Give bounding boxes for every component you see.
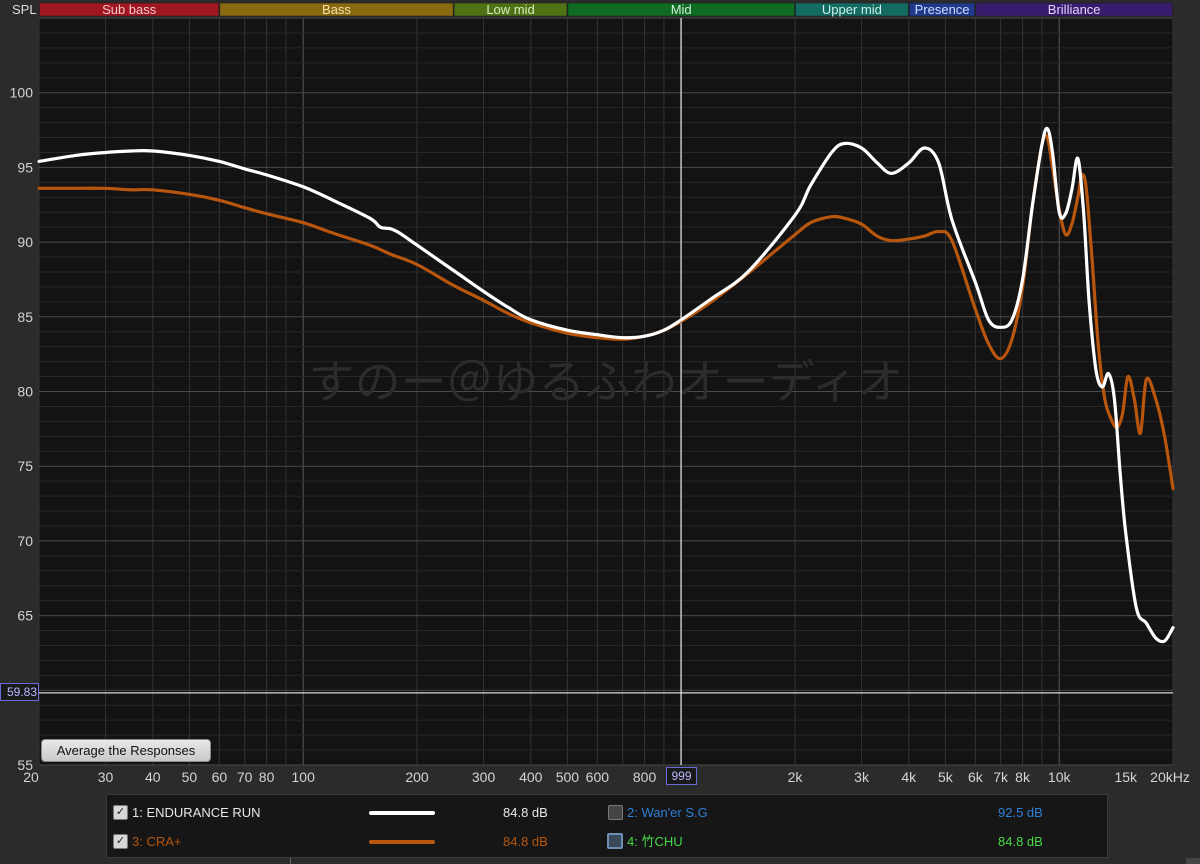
x-tick-100: 100 xyxy=(292,769,316,785)
legend-value-take-chu: 84.8 dB xyxy=(998,834,1043,849)
legend-name-take-chu: 4: 竹CHU xyxy=(627,834,683,849)
x-tick-400: 400 xyxy=(519,769,543,785)
x-tick-10k: 10k xyxy=(1048,769,1072,785)
checkbox-take-chu[interactable] xyxy=(607,833,623,849)
y-tick-75: 75 xyxy=(17,458,33,474)
x-tick-20: 20 xyxy=(23,769,39,785)
panel-divider xyxy=(290,858,291,864)
x-tick-80: 80 xyxy=(259,769,275,785)
average-responses-button[interactable]: Average the Responses xyxy=(41,739,211,762)
x-tick-3k: 3k xyxy=(854,769,870,785)
checkbox-waner-sg[interactable] xyxy=(608,805,623,820)
scrollbar[interactable] xyxy=(1186,858,1200,864)
y-tick-85: 85 xyxy=(17,309,33,325)
band-label-5: Presence xyxy=(915,2,970,17)
band-label-0: Sub bass xyxy=(102,2,157,17)
y-tick-65: 65 xyxy=(17,608,33,624)
watermark: すのー＠ゆるふわオーディオ xyxy=(309,356,904,408)
band-label-3: Mid xyxy=(671,2,692,17)
legend-panel: ✓ 1: ENDURANCE RUN 84.8 dB 2: Wan'er S.G… xyxy=(106,794,1108,858)
legend-swatch-endurance-run xyxy=(369,811,435,815)
legend-row-2: ✓ 3: CRA+ 84.8 dB 4: 竹CHU 84.8 dB xyxy=(107,827,1107,857)
legend-value-endurance-run: 84.8 dB xyxy=(503,805,548,820)
x-tick-6k: 6k xyxy=(968,769,984,785)
band-label-2: Low mid xyxy=(486,2,534,17)
y-tick-100: 100 xyxy=(10,85,34,101)
y-tick-95: 95 xyxy=(17,159,33,175)
x-tick-5k: 5k xyxy=(938,769,954,785)
reference-level-readout[interactable]: 59.83 xyxy=(0,683,39,701)
x-tick-60: 60 xyxy=(212,769,228,785)
legend-name-cra-plus: 3: CRA+ xyxy=(132,834,182,849)
legend-value-cra-plus: 84.8 dB xyxy=(503,834,548,849)
y-tick-90: 90 xyxy=(17,234,33,250)
x-tick-50: 50 xyxy=(182,769,198,785)
x-tick-200: 200 xyxy=(405,769,429,785)
y-tick-70: 70 xyxy=(17,533,33,549)
x-tick-4k: 4k xyxy=(901,769,917,785)
x-tick-40: 40 xyxy=(145,769,161,785)
x-tick-20kHz: 20kHz xyxy=(1150,769,1190,785)
y-tick-80: 80 xyxy=(17,384,33,400)
x-tick-7k: 7k xyxy=(993,769,1009,785)
x-tick-800: 800 xyxy=(633,769,657,785)
legend-swatch-cra-plus xyxy=(369,840,435,844)
band-label-1: Bass xyxy=(322,2,351,17)
frequency-response-chart[interactable]: SPL Sub bass Bass Low mid Mid Upper mid Prese… xyxy=(0,0,1200,864)
x-tick-300: 300 xyxy=(472,769,496,785)
legend-value-waner-sg: 92.5 dB xyxy=(998,805,1043,820)
checkbox-cra-plus[interactable]: ✓ xyxy=(113,834,128,849)
band-label-4: Upper mid xyxy=(822,2,882,17)
legend-name-waner-sg: 2: Wan'er S.G xyxy=(627,805,708,820)
cursor-frequency-readout[interactable]: 999 xyxy=(666,767,697,785)
x-tick-2k: 2k xyxy=(788,769,804,785)
x-tick-70: 70 xyxy=(237,769,253,785)
x-tick-30: 30 xyxy=(98,769,114,785)
legend-row-1: ✓ 1: ENDURANCE RUN 84.8 dB 2: Wan'er S.G… xyxy=(107,798,1107,828)
x-tick-8k: 8k xyxy=(1015,769,1031,785)
x-tick-15k: 15k xyxy=(1114,769,1138,785)
frequency-bands: Sub bass Bass Low mid Mid Upper mid Presence B… xyxy=(39,2,1173,17)
x-tick-500: 500 xyxy=(556,769,580,785)
band-label-6: Brilliance xyxy=(1048,2,1101,17)
spl-axis-label: SPL xyxy=(12,2,37,17)
x-tick-600: 600 xyxy=(586,769,610,785)
checkbox-endurance-run[interactable]: ✓ xyxy=(113,805,128,820)
legend-name-endurance-run: 1: ENDURANCE RUN xyxy=(132,805,261,820)
